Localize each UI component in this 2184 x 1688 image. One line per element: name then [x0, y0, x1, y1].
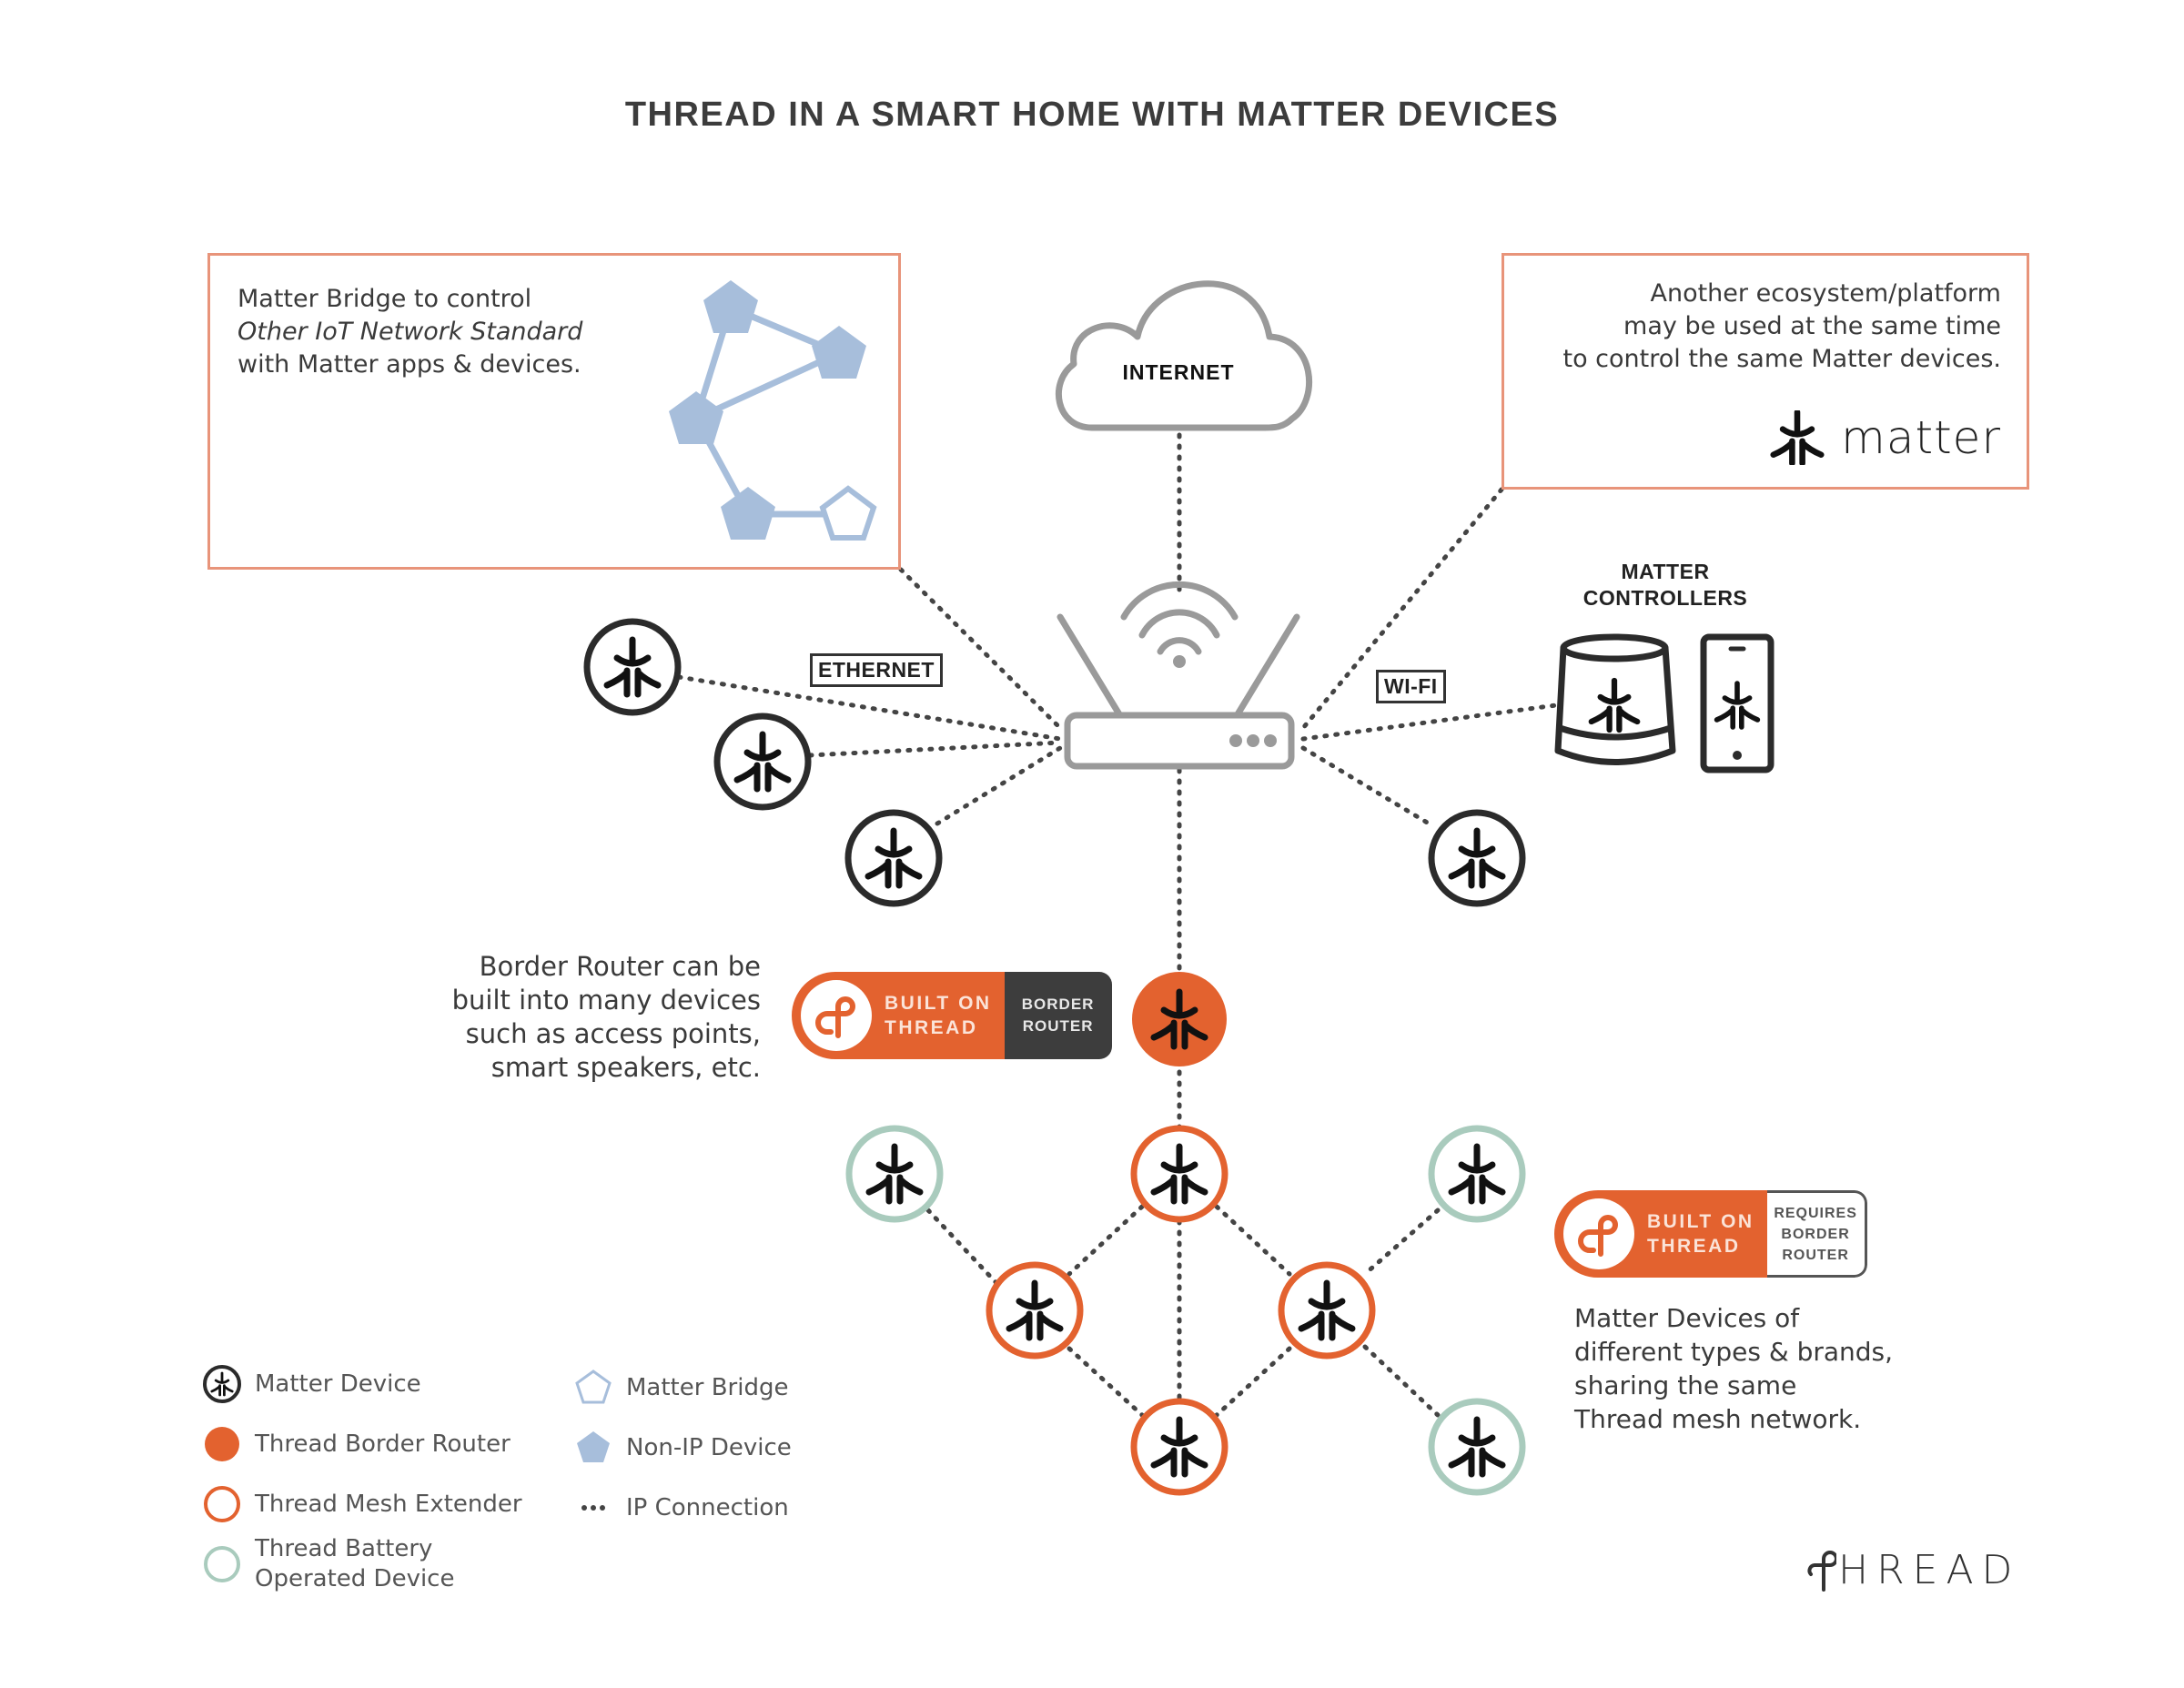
- thread-mesh-extender[interactable]: [1278, 1261, 1376, 1359]
- thread-logo-icon: [1807, 1550, 1836, 1592]
- ip-connection-device2-router: [807, 740, 1063, 758]
- legend-item-thread-border-router: Thread Border Router: [202, 1414, 522, 1474]
- thread-mesh-extender[interactable]: [1130, 1125, 1228, 1223]
- smart-speaker-controller[interactable]: [1554, 633, 1676, 765]
- matter-device[interactable]: [844, 809, 943, 907]
- legend-item-matter-bridge: Matter Bridge: [573, 1358, 792, 1418]
- thread-battery-device[interactable]: [1428, 1125, 1526, 1223]
- ip-connection-router-speaker: [1300, 702, 1559, 742]
- built-on-thread-requires-border-router-badge: BUILT ON THREAD REQUIRES BORDER ROUTER: [1554, 1190, 1867, 1278]
- thread-battery-device-icon: [202, 1544, 242, 1584]
- thread-battery-device[interactable]: [1428, 1398, 1526, 1496]
- mesh-link: [1067, 1204, 1145, 1277]
- ecosystem-description: Another ecosystem/platform may be used a…: [1562, 279, 2001, 373]
- internet-label: INTERNET: [1122, 360, 1235, 384]
- wifi-router-icon: [1057, 581, 1300, 770]
- matter-device-icon: [202, 1364, 242, 1404]
- matter-logo: matter: [1770, 410, 2001, 465]
- ethernet-label: ETHERNET: [810, 653, 943, 687]
- ip-connection-bridge-router: [898, 567, 1063, 731]
- wifi-signal-icon: [1120, 581, 1239, 655]
- mesh-link: [925, 1208, 999, 1286]
- thread-mesh-extender[interactable]: [1130, 1398, 1228, 1496]
- matter-icon: [1770, 410, 1825, 465]
- ip-connection-icon: [573, 1488, 613, 1528]
- mesh-link: [1362, 1344, 1441, 1418]
- diagram-title: THREAD IN A SMART HOME WITH MATTER DEVIC…: [624, 96, 1560, 134]
- ip-connections: [676, 432, 1559, 1418]
- matter-device[interactable]: [583, 618, 682, 716]
- matter-controllers-title: MATTER CONTROLLERS: [1582, 560, 1748, 610]
- thread-battery-device[interactable]: [845, 1125, 944, 1223]
- ip-connection-router-device4: [1300, 745, 1431, 826]
- mesh-link: [1214, 1346, 1292, 1418]
- mesh-link: [1067, 1346, 1145, 1418]
- thread-mesh-extender-icon: [202, 1484, 242, 1524]
- mesh-link: [1362, 1208, 1441, 1277]
- thread-logo-icon: [1563, 1198, 1634, 1269]
- thread-border-router-icon: [202, 1424, 242, 1464]
- border-router-note: Border Router can be built into many dev…: [451, 951, 761, 1083]
- thread-brand-logo: HREAD: [1805, 1547, 2020, 1593]
- matter-device[interactable]: [1428, 809, 1526, 907]
- phone-controller[interactable]: [1700, 633, 1774, 773]
- legend-right: Matter Bridge Non-IP Device IP Connectio…: [573, 1358, 792, 1538]
- wifi-label: WI-FI: [1376, 670, 1446, 703]
- legend-item-non-ip-device: Non-IP Device: [573, 1418, 792, 1478]
- bridge-description: Matter Bridge to control Other IoT Netwo…: [238, 285, 583, 379]
- legend-item-thread-mesh-extender: Thread Mesh Extender: [202, 1474, 522, 1534]
- thread-mesh-extender[interactable]: [986, 1261, 1084, 1359]
- ecosystem-callout: Another ecosystem/platform may be used a…: [1502, 253, 2029, 490]
- thread-border-router[interactable]: [1132, 972, 1227, 1066]
- legend-item-ip-connection: IP Connection: [573, 1478, 792, 1538]
- matter-device[interactable]: [713, 713, 812, 811]
- internet-cloud-icon: [1055, 280, 1313, 431]
- mesh-link: [1214, 1204, 1292, 1277]
- built-on-thread-border-router-badge: BUILT ON THREAD BORDER ROUTER: [792, 972, 1112, 1059]
- matter-bridge-callout: Matter Bridge to control Other IoT Netwo…: [207, 253, 901, 570]
- thread-logo-icon: [801, 980, 872, 1051]
- ip-connection-device3-router: [935, 745, 1063, 826]
- legend-left: Matter Device Thread Border Router Threa…: [202, 1354, 522, 1594]
- non-ip-device-icon: [573, 1428, 613, 1468]
- legend-item-matter-device: Matter Device: [202, 1354, 522, 1414]
- mesh-network-note: Matter Devices of different types & bran…: [1574, 1303, 1894, 1434]
- matter-bridge-icon: [573, 1368, 613, 1408]
- legend-item-thread-battery-device: Thread Battery Operated Device: [202, 1534, 522, 1594]
